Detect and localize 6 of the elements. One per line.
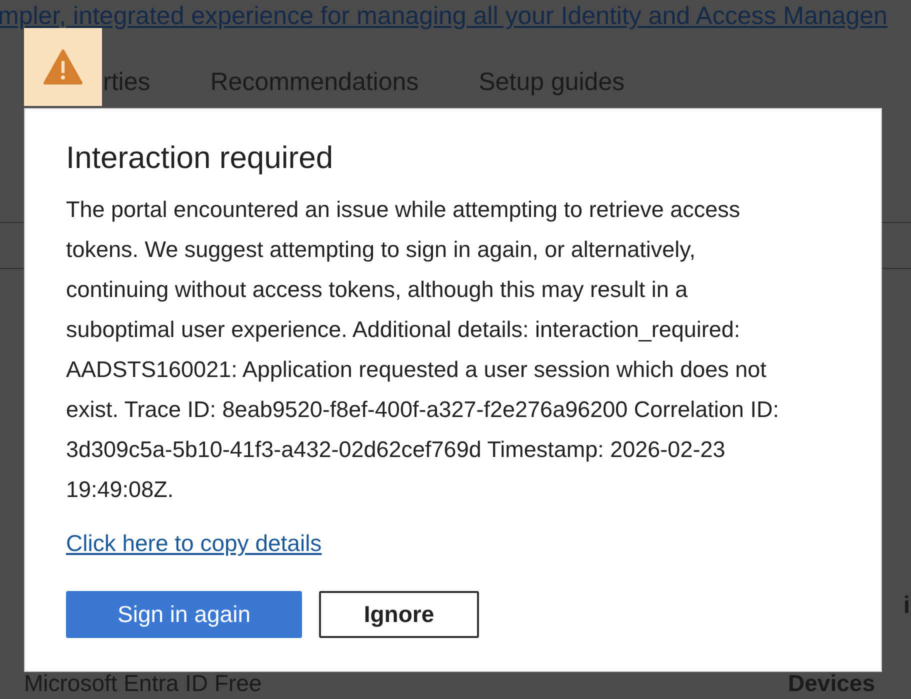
sign-in-button[interactable]: Sign in again [66, 590, 302, 638]
warning-icon [43, 49, 83, 85]
copy-details-link[interactable]: Click here to copy details [66, 526, 322, 561]
dialog-title: Interaction required [66, 139, 334, 176]
dialog-message: The portal encountered an issue while attempting to retrieve access tokens. We suggest attempting to sign in again, or alternatively, continuing without access tokens, although this may result in a suboptimal user experience. Additional details: interaction_required: AADSTS160021: Application requested a user session which does not exist. Trace ID: 8eab9520-f8ef-400f-a327-f2e276a96200 Correlation ID: 3d309c5a-5b10-41f3-a432-02d62cef769d Timestamp: 2026-02-23 19:49:08Z. [66, 196, 780, 504]
ignore-button[interactable]: Ignore [319, 590, 479, 638]
